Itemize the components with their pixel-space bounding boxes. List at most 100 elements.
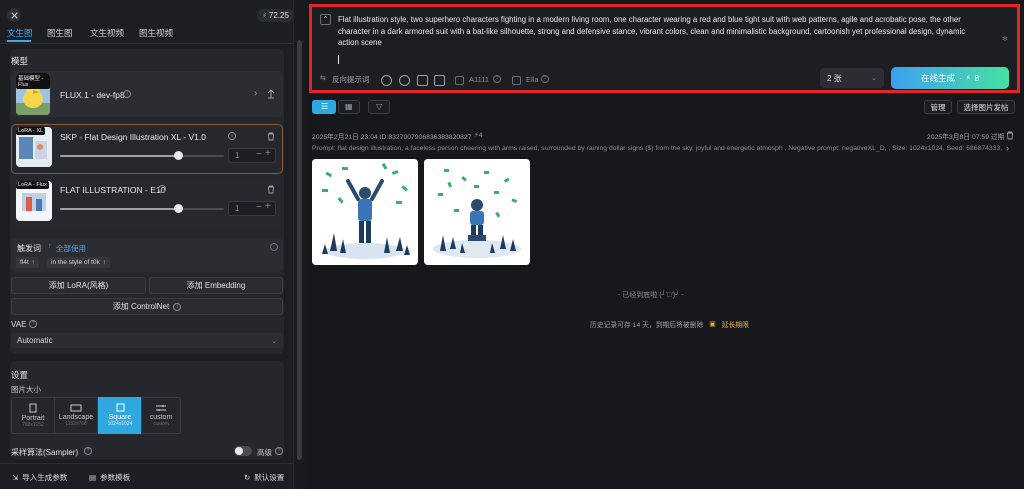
- base-model-name: FLUX.1 - dev-fp8: [60, 90, 125, 100]
- globe-icon[interactable]: [381, 75, 392, 86]
- tab-text-to-video[interactable]: 文生视频: [90, 27, 124, 39]
- help-icon[interactable]: ?: [541, 75, 549, 83]
- sampler-label: 采样算法(Sampler): [11, 448, 79, 457]
- help-icon[interactable]: ?: [84, 447, 92, 455]
- use-all-triggers-link[interactable]: 全部使用: [56, 243, 86, 254]
- size-option-square[interactable]: Square 1024x1024: [98, 397, 142, 434]
- lightning-icon: ⚡: [965, 75, 971, 82]
- record-count: ⚡4: [474, 132, 483, 139]
- decrement-icon[interactable]: −: [256, 149, 262, 160]
- size-option-landscape[interactable]: Landscape 1152x768: [54, 397, 98, 434]
- base-model-row[interactable]: [11, 71, 283, 117]
- lora-2-badge: LoRA - Flux: [16, 181, 49, 189]
- select-post-button[interactable]: 选择图片发帖: [957, 100, 1015, 114]
- end-of-list-text: - 已经到底啦 (╯‵□′)╯ -: [618, 292, 684, 299]
- credits-badge[interactable]: ⚡ 72.25: [257, 9, 295, 22]
- help-icon[interactable]: ?: [275, 447, 283, 455]
- extend-link[interactable]: 延长期限: [722, 319, 749, 329]
- chevron-down-icon: ⌄: [871, 75, 877, 82]
- clock-icon: ▣: [709, 321, 716, 328]
- magic-wand-icon[interactable]: [434, 75, 445, 86]
- add-controlnet-button[interactable]: 添加 ControlNet i: [11, 298, 283, 315]
- info-icon[interactable]: i: [228, 132, 236, 140]
- size-label: 图片大小: [11, 385, 41, 394]
- base-model-badge: 基础模型 - Flux: [16, 73, 50, 89]
- vae-label: VAE: [11, 320, 27, 329]
- lora-1-weight-knob[interactable]: [174, 151, 184, 160]
- lora-2-name: FLAT ILLUSTRATION - E10: [60, 185, 166, 195]
- arrow-up-icon: ↑: [31, 259, 35, 266]
- trash-icon[interactable]: [267, 132, 275, 141]
- increment-icon[interactable]: +: [265, 148, 271, 159]
- trash-icon[interactable]: [267, 185, 275, 194]
- arrow-up-icon: ↑: [102, 259, 107, 266]
- vae-select[interactable]: Automatic ⌄: [11, 333, 283, 348]
- chevron-right-icon[interactable]: ›: [254, 88, 257, 99]
- text-cursor: [338, 55, 339, 64]
- default-settings-button[interactable]: ↻ 默认设置: [244, 472, 284, 483]
- size-option-custom[interactable]: custom custom: [141, 397, 181, 434]
- negative-icon: ⇆: [320, 75, 326, 82]
- record-expire: 2025年3月8日 07:59 过期: [927, 134, 1005, 141]
- swap-icon[interactable]: [266, 89, 276, 99]
- param-template-button[interactable]: ▤ 参数模板: [89, 472, 130, 483]
- lora-1-thumbnail: LoRA - XL: [16, 127, 52, 167]
- template-icon: ▤: [89, 473, 97, 482]
- image-icon[interactable]: [417, 75, 428, 86]
- decrement-icon[interactable]: −: [256, 202, 262, 213]
- lora-2-thumbnail: LoRA - Flux: [16, 181, 52, 221]
- info-icon[interactable]: i: [123, 90, 131, 98]
- generate-button[interactable]: 在线生成 · ⚡ 8: [891, 67, 1009, 89]
- lora-2-weight-knob[interactable]: [174, 204, 184, 213]
- increment-icon[interactable]: +: [265, 201, 271, 212]
- settings-icon[interactable]: [270, 243, 278, 251]
- negative-prompt-button[interactable]: 反向提示词: [332, 74, 370, 85]
- generated-image-2[interactable]: [424, 159, 530, 265]
- import-params-button[interactable]: ⇲ 导入生成参数: [12, 472, 67, 483]
- left-panel: ⚡ 72.25 文生图 图生图 文生视频 图生视频 模型 基础模型 - Flux…: [0, 0, 295, 489]
- add-embedding-button[interactable]: 添加 Embedding: [149, 277, 283, 294]
- tab-text-to-image[interactable]: 文生图: [7, 27, 33, 39]
- lora-1-badge: LoRA - XL: [16, 127, 46, 135]
- tab-image-to-image[interactable]: 图生图: [47, 27, 73, 39]
- grid-view-button[interactable]: ▦: [338, 100, 360, 114]
- tab-active-underline: [7, 40, 31, 42]
- trigger-chip-2[interactable]: in the style of t0k ↑: [47, 257, 111, 268]
- left-scrollbar-thumb[interactable]: [297, 40, 302, 460]
- record-prompt: Prompt: flat design illustration, a face…: [312, 145, 1002, 152]
- image-count-select[interactable]: 2 张 ⌄: [820, 68, 884, 88]
- trigger-title: 触发词: [17, 244, 41, 253]
- ella-checkbox[interactable]: [512, 76, 521, 85]
- record-meta: 2025年2月21日 23:04 ID:83270079068363838208…: [312, 134, 472, 141]
- size-option-portrait[interactable]: Portrait 768x1152: [11, 397, 55, 434]
- info-icon[interactable]: i: [158, 185, 166, 193]
- generated-image-1[interactable]: [312, 159, 418, 265]
- filter-button[interactable]: ▽: [368, 100, 390, 114]
- clear-icon[interactable]: ✻: [1002, 35, 1008, 43]
- list-view-button[interactable]: ☰: [312, 100, 336, 114]
- add-lora-button[interactable]: 添加 LoRA(风格): [11, 277, 146, 294]
- trash-icon[interactable]: [1006, 131, 1014, 140]
- help-icon[interactable]: ?: [29, 320, 37, 328]
- collapse-button[interactable]: ⌃: [320, 14, 331, 25]
- tabs-divider: [0, 43, 293, 44]
- manage-button[interactable]: 管理: [924, 100, 952, 114]
- palette-icon[interactable]: [399, 75, 410, 86]
- close-button[interactable]: [7, 8, 21, 22]
- import-icon: ⇲: [12, 473, 19, 482]
- portrait-icon: [29, 403, 37, 413]
- trigger-chip-1[interactable]: fl4t ↑: [16, 257, 39, 268]
- prompt-input[interactable]: Flat illustration style, two superhero c…: [338, 14, 986, 49]
- advanced-toggle[interactable]: [234, 446, 252, 456]
- grid-icon: ▦: [345, 102, 353, 111]
- help-icon[interactable]: ?: [493, 75, 501, 83]
- tab-image-to-video[interactable]: 图生视频: [139, 27, 173, 39]
- chevron-down-icon: ⌄: [271, 337, 277, 345]
- square-icon: [116, 403, 124, 412]
- prompt-panel: ⌃ Flat illustration style, two superhero…: [309, 4, 1020, 93]
- advanced-label: 高级: [257, 448, 272, 457]
- filter-icon: ▽: [376, 102, 383, 111]
- toggle-knob: [235, 447, 243, 455]
- chevron-right-icon[interactable]: ›: [1006, 143, 1009, 153]
- a1111-checkbox[interactable]: [455, 76, 464, 85]
